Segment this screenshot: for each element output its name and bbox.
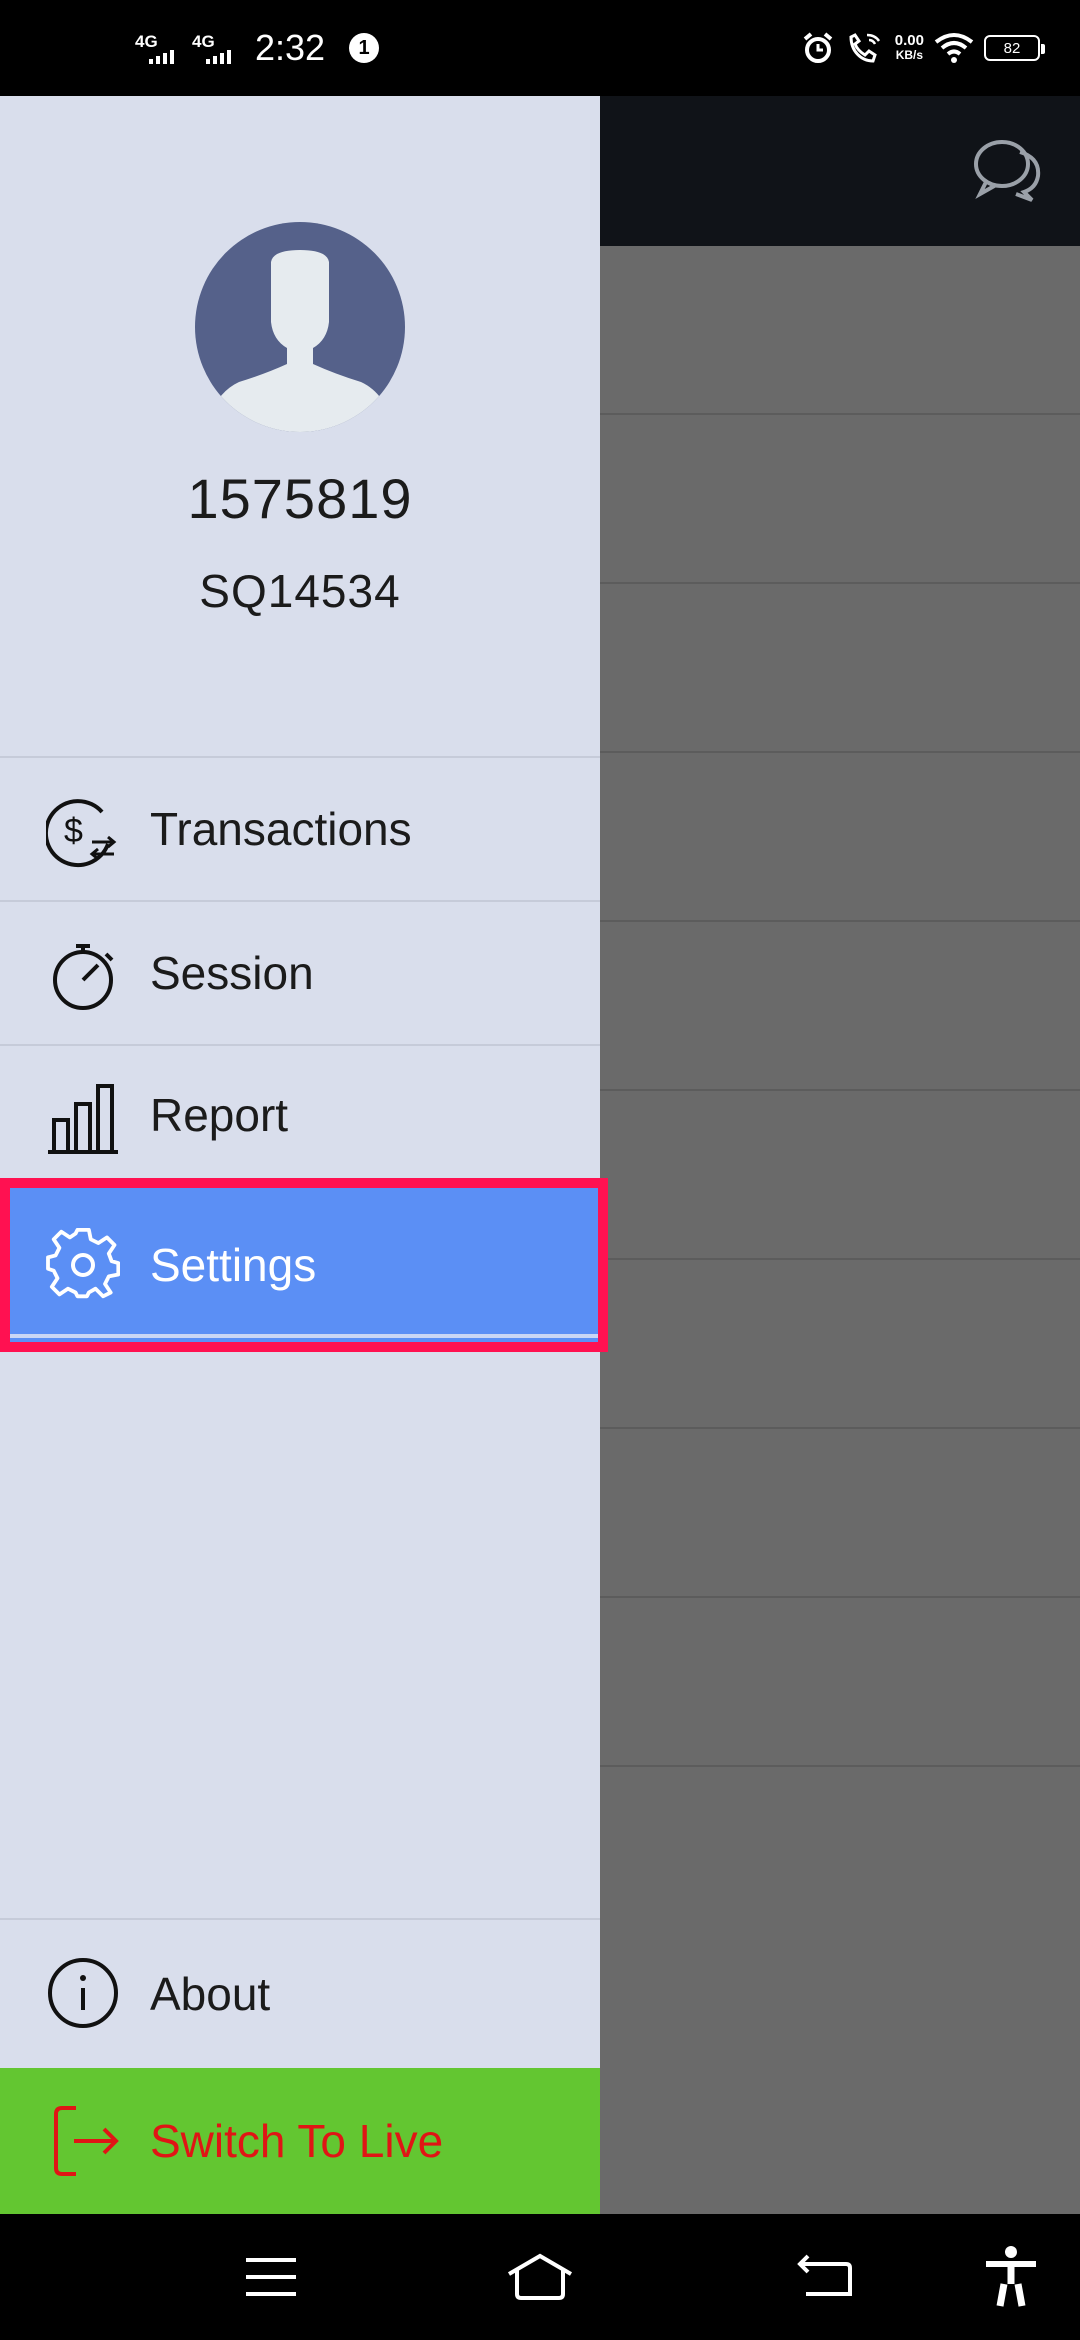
menu-item-label: About <box>150 1968 271 2020</box>
switch-to-live-label: Switch To Live <box>150 2115 444 2167</box>
chat-icon[interactable] <box>972 136 1044 204</box>
accessibility-icon[interactable] <box>976 2244 1046 2310</box>
network-speed: 0.00 KB/s <box>895 33 924 63</box>
selected-indicator <box>10 1334 598 1338</box>
menu-item-session[interactable]: Session <box>0 900 600 1044</box>
home-icon[interactable] <box>505 2244 575 2310</box>
avatar[interactable] <box>195 222 405 432</box>
background-screen[interactable] <box>600 96 1080 2214</box>
list-item[interactable] <box>600 1429 1080 1598</box>
signal-2-icon: 4G <box>192 33 231 64</box>
status-bar: 4G 4G 2:32 1 0.00 KB/s 82 <box>0 0 1080 96</box>
speed-unit: KB/s <box>895 48 924 62</box>
list-item[interactable] <box>600 1260 1080 1429</box>
menu-icon[interactable] <box>236 2244 306 2310</box>
info-icon <box>48 1958 118 2028</box>
gear-icon <box>46 1228 120 1299</box>
list-item[interactable] <box>600 246 1080 415</box>
system-nav-bar <box>0 2214 1080 2340</box>
user-code: SQ14534 <box>199 565 401 617</box>
list-item[interactable] <box>600 922 1080 1091</box>
clock: 2:32 <box>255 27 326 68</box>
alarm-icon <box>803 32 833 63</box>
user-silhouette-icon <box>205 250 395 432</box>
list-item[interactable] <box>600 584 1080 753</box>
menu-item-label: Transactions <box>150 803 412 855</box>
bar-chart-icon <box>48 1084 118 1154</box>
back-icon[interactable] <box>790 2244 860 2310</box>
user-id: 1575819 <box>187 467 413 530</box>
dollar-exchange-icon: $ <box>46 799 117 868</box>
menu-item-report[interactable]: Report <box>0 1044 600 1184</box>
menu-item-about[interactable]: About <box>0 1918 600 2068</box>
menu-item-label: Report <box>150 1089 289 1141</box>
notification-badge: 1 <box>349 33 380 63</box>
svg-text:$: $ <box>64 812 83 850</box>
switch-to-live-button[interactable]: Switch To Live <box>0 2068 600 2214</box>
list-item[interactable] <box>600 415 1080 584</box>
speed-value: 0.00 <box>894 32 924 49</box>
app-toolbar <box>600 96 1080 246</box>
battery-level: 82 <box>1003 39 1021 57</box>
wifi-call-icon <box>849 33 880 63</box>
menu-item-transactions[interactable]: $ Transactions <box>0 756 600 900</box>
stopwatch-icon <box>53 944 114 1010</box>
list-item[interactable] <box>600 1091 1080 1260</box>
exit-icon <box>54 2106 119 2176</box>
wifi-icon <box>934 33 974 63</box>
menu-item-label: Session <box>150 947 314 999</box>
list-item[interactable] <box>600 753 1080 922</box>
list-item[interactable] <box>600 1598 1080 1767</box>
navigation-drawer: 1575819 SQ14534 $ Transactions Session R… <box>0 96 608 2214</box>
signal-1-icon: 4G <box>135 33 174 64</box>
menu-item-label: Settings <box>150 1239 317 1291</box>
battery-icon: 82 <box>984 35 1045 61</box>
menu-item-settings[interactable]: Settings <box>0 1178 608 1352</box>
